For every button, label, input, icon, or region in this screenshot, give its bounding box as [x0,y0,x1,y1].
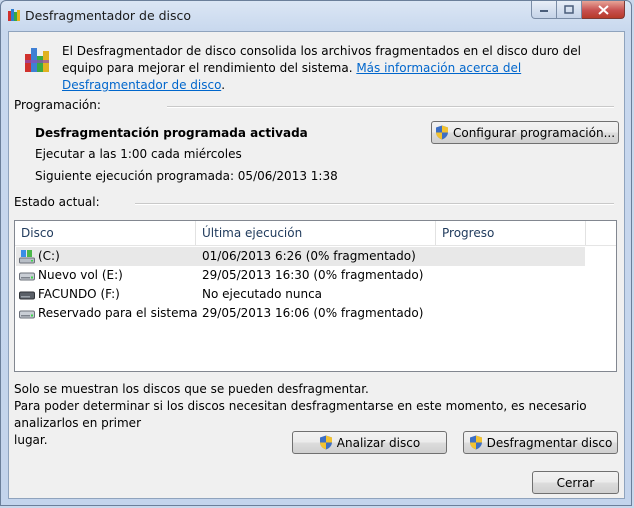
column-header-filler [586,221,616,245]
schedule-status: Desfragmentación programada activada [35,126,308,140]
system-drive-icon [19,250,35,264]
schedule-separator [167,106,614,108]
dialog-body: El Desfragmentador de disco consolida lo… [8,31,625,499]
configure-schedule-button[interactable]: Configurar programación... [431,121,619,144]
hard-drive-icon [19,310,35,319]
disk-list[interactable]: Disco Última ejecución Progreso (C:) 01/… [14,220,617,372]
close-button[interactable]: Cerrar [532,471,619,494]
column-header-last-run[interactable]: Última ejecución [196,221,436,245]
disk-list-header: Disco Última ejecución Progreso [15,221,616,246]
minimize-button[interactable] [531,1,557,19]
disk-row-f[interactable]: FACUNDO (F:) No ejecutado nunca [16,285,585,304]
uac-shield-icon [319,435,332,450]
maximize-button[interactable] [557,1,582,19]
disk-row-c[interactable]: (C:) 01/06/2013 6:26 (0% fragmentado) [16,247,585,266]
intro-text: El Desfragmentador de disco consolida lo… [62,44,581,92]
defrag-window: Desfragmentador de disco El Desfragmenta… [0,0,632,506]
disk-row-reserved[interactable]: Reservado para el sistema 29/05/2013 16:… [16,304,585,323]
maximize-icon [564,5,574,14]
current-status-label: Estado actual: [14,195,100,209]
schedule-run-at: Ejecutar a las 1:00 cada miércoles [35,147,242,161]
uac-shield-icon [435,125,448,140]
hard-drive-icon [19,272,35,281]
removable-drive-icon [19,291,35,300]
current-status-separator [135,203,614,205]
schedule-next-run: Siguiente ejecución programada: 05/06/20… [35,169,338,183]
window-title: Desfragmentador de disco [25,8,192,23]
disk-row-e[interactable]: Nuevo vol (E:) 29/05/2013 16:30 (0% frag… [16,266,585,285]
schedule-section-label: Programación: [14,98,101,112]
title-bar[interactable]: Desfragmentador de disco [1,1,631,29]
uac-shield-icon [469,435,482,450]
column-header-disk[interactable]: Disco [15,221,196,245]
close-window-button[interactable] [582,1,625,19]
analyze-disk-button[interactable]: Analizar disco [292,431,447,454]
defrag-header-icon [25,48,49,72]
close-icon [597,4,609,15]
defragment-disk-button[interactable]: Desfragmentar disco [463,431,618,454]
defrag-app-icon [8,9,20,21]
minimize-icon [540,9,548,12]
column-header-progress[interactable]: Progreso [436,221,586,245]
